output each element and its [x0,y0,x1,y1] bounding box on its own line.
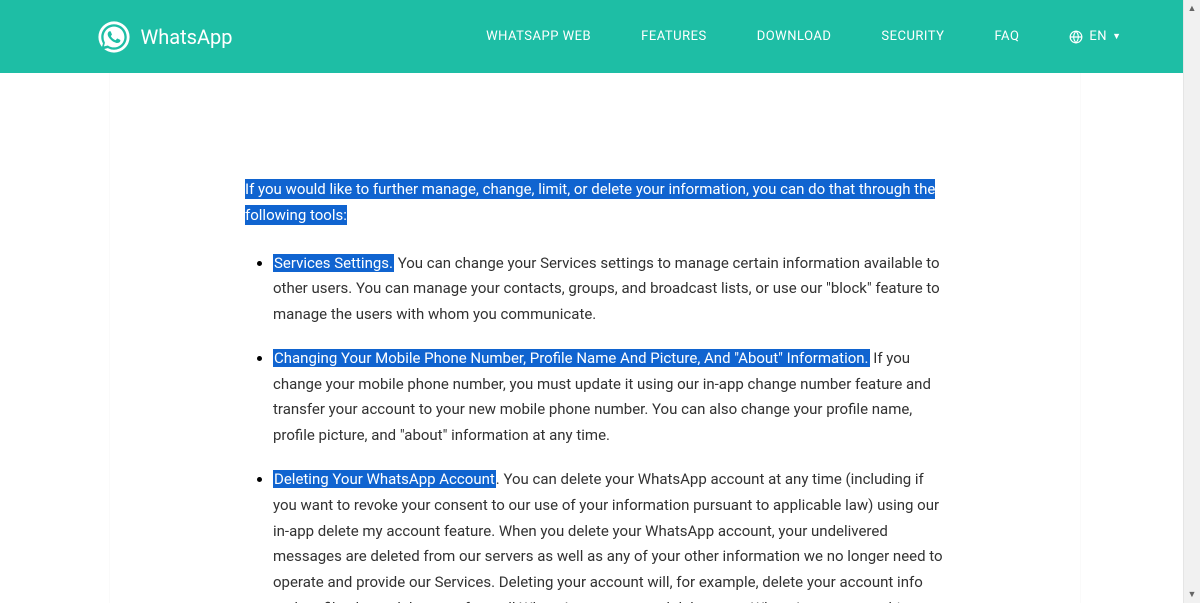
item-title-deleting: Deleting Your WhatsApp Account [273,470,496,488]
header-inner: WhatsApp WHATSAPP WEB FEATURES DOWNLOAD … [42,0,1142,73]
list-item: Deleting Your WhatsApp Account. You can … [273,467,945,603]
nav-security[interactable]: SECURITY [881,29,944,44]
nav-download[interactable]: DOWNLOAD [757,29,832,44]
content-card: preventing violations of our Terms, or p… [110,0,1080,603]
list-item: Services Settings. You can change your S… [273,251,945,328]
primary-nav: WHATSAPP WEB FEATURES DOWNLOAD SECURITY … [486,29,1121,44]
nav-whatsapp-web[interactable]: WHATSAPP WEB [486,29,591,44]
language-switcher[interactable]: EN ▼ [1069,29,1121,44]
site-header: WhatsApp WHATSAPP WEB FEATURES DOWNLOAD … [0,0,1183,73]
whatsapp-logo-icon [97,20,131,54]
language-code: EN [1089,29,1107,44]
scroll-up-arrow-icon[interactable]: ▲ [1184,0,1200,17]
list-item: Changing Your Mobile Phone Number, Profi… [273,346,945,449]
scroll-down-arrow-icon[interactable]: ▼ [1184,586,1200,603]
globe-icon [1069,30,1083,44]
page-stage: preventing violations of our Terms, or p… [0,0,1183,603]
intro-highlighted-text: If you would like to further manage, cha… [245,179,935,225]
brand-name: WhatsApp [141,25,233,49]
nav-faq[interactable]: FAQ [994,29,1019,44]
chevron-down-icon: ▼ [1112,31,1121,42]
intro-paragraph: If you would like to further manage, cha… [245,176,945,229]
item-title-changing: Changing Your Mobile Phone Number, Profi… [273,349,870,367]
nav-features[interactable]: FEATURES [641,29,707,44]
item-title-services: Services Settings. [273,254,394,272]
vertical-scrollbar[interactable]: ▲ ▼ [1183,0,1200,603]
tools-list: Services Settings. You can change your S… [245,251,945,603]
item-body: . You can delete your WhatsApp account a… [273,470,943,603]
brand[interactable]: WhatsApp [97,20,233,54]
